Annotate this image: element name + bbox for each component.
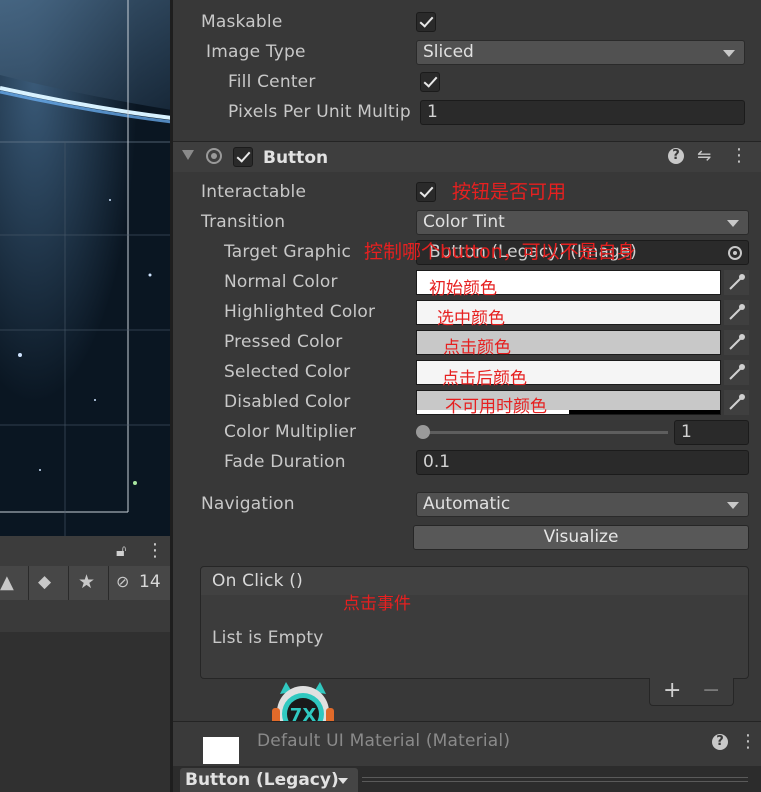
preset-icon[interactable]: ⇋ xyxy=(697,146,711,166)
color-multiplier-field[interactable]: 1 xyxy=(674,420,749,445)
image-type-label: Image Type xyxy=(206,42,306,62)
disabled-color-label: Disabled Color xyxy=(224,392,351,412)
kebab-menu-icon[interactable]: ⋮ xyxy=(730,145,748,166)
footer-line xyxy=(362,781,748,782)
eyedropper-icon[interactable] xyxy=(724,360,749,385)
foldout-arrow-icon[interactable] xyxy=(182,150,194,160)
fill-center-label: Fill Center xyxy=(228,72,316,92)
color-multiplier-slider-thumb[interactable] xyxy=(416,425,430,439)
scene-background xyxy=(0,0,172,536)
eyedropper-icon[interactable] xyxy=(724,300,749,325)
kebab-menu-icon[interactable]: ⋮ xyxy=(739,731,757,752)
chevron-down-icon xyxy=(723,50,735,57)
lock-icon[interactable]: 🔓︎ xyxy=(116,541,126,561)
empty-list-text: List is Empty xyxy=(212,628,324,648)
transition-value: Color Tint xyxy=(423,212,505,232)
maskable-label: Maskable xyxy=(201,12,283,32)
color-multiplier-label: Color Multiplier xyxy=(224,422,357,442)
component-enabled-checkbox[interactable] xyxy=(233,147,253,167)
target-graphic-label: Target Graphic xyxy=(224,242,352,262)
maskable-checkbox[interactable] xyxy=(416,12,436,32)
navigation-label: Navigation xyxy=(201,494,295,514)
tag-icon[interactable]: ◆ xyxy=(38,572,51,592)
image-type-dropdown[interactable]: Sliced xyxy=(416,40,745,65)
normal-color-annotation: 初始颜色 xyxy=(429,279,497,299)
chevron-down-icon xyxy=(727,502,739,509)
eyedropper-icon[interactable] xyxy=(724,390,749,415)
transition-dropdown[interactable]: Color Tint xyxy=(416,210,749,235)
chevron-down-icon xyxy=(727,220,739,227)
interactable-checkbox[interactable] xyxy=(416,182,436,202)
disabled-color-annotation: 不可用时颜色 xyxy=(445,397,547,417)
fill-center-checkbox[interactable] xyxy=(420,72,440,92)
pressed-color-annotation: 点击颜色 xyxy=(443,338,511,358)
pixels-per-unit-field[interactable]: 1 xyxy=(420,100,745,125)
scene-view[interactable] xyxy=(0,0,172,536)
onclick-title: On Click () xyxy=(212,571,303,591)
interactable-label: Interactable xyxy=(201,182,307,202)
component-icon xyxy=(206,148,222,164)
selected-color-label: Selected Color xyxy=(224,362,351,382)
help-icon[interactable]: ? xyxy=(668,148,684,164)
footer-dropdown-label: Button (Legacy) xyxy=(185,770,339,790)
footer-dropdown[interactable]: Button (Legacy) xyxy=(180,768,358,792)
hidden-eye-icon[interactable]: ⊘ xyxy=(116,572,129,591)
material-name: Default UI Material (Material) xyxy=(257,731,511,751)
left-panel-row xyxy=(0,600,170,632)
shapes-icon[interactable]: ▲ xyxy=(0,572,14,593)
panel-header: 🔓︎ ⋮ xyxy=(0,536,170,567)
onclick-annotation: 点击事件 xyxy=(343,594,411,614)
visualize-button[interactable]: Visualize xyxy=(413,525,749,550)
selected-color-annotation: 点击后颜色 xyxy=(442,369,527,389)
eyedropper-icon[interactable] xyxy=(724,330,749,355)
fade-duration-label: Fade Duration xyxy=(224,452,346,472)
onclick-header: On Click () xyxy=(200,566,749,596)
eyedropper-icon[interactable] xyxy=(724,270,749,295)
remove-button[interactable]: − xyxy=(702,678,720,703)
scene-toolbar: ▲ ◆ ★ ⊘ 14 xyxy=(0,566,170,601)
fade-duration-field[interactable]: 0.1 xyxy=(416,450,749,475)
star-icon[interactable]: ★ xyxy=(78,571,95,593)
add-button[interactable]: + xyxy=(663,678,681,703)
target-graphic-annotation: 控制哪个button，可以不是自身 xyxy=(364,241,636,263)
color-multiplier-slider-track[interactable] xyxy=(423,431,668,434)
kebab-menu-icon[interactable]: ⋮ xyxy=(146,540,164,561)
chevron-down-icon xyxy=(338,778,348,784)
hidden-count: 14 xyxy=(139,572,161,592)
navigation-dropdown[interactable]: Automatic xyxy=(416,492,749,517)
interactable-annotation: 按钮是否可用 xyxy=(452,181,567,203)
object-picker-icon[interactable] xyxy=(728,246,742,260)
footer-line xyxy=(362,777,748,778)
highlighted-color-label: Highlighted Color xyxy=(224,302,376,322)
list-footer: + − xyxy=(649,678,734,706)
onclick-list: List is Empty xyxy=(200,595,749,679)
pressed-color-label: Pressed Color xyxy=(224,332,343,352)
help-icon[interactable]: ? xyxy=(712,734,728,750)
material-preview xyxy=(203,737,239,764)
normal-color-label: Normal Color xyxy=(224,272,338,292)
pixels-per-unit-label: Pixels Per Unit Multip xyxy=(228,102,411,122)
image-type-value: Sliced xyxy=(423,42,474,62)
transition-label: Transition xyxy=(201,212,286,232)
component-title: Button xyxy=(263,148,329,168)
navigation-value: Automatic xyxy=(423,494,511,514)
highlighted-color-annotation: 选中颜色 xyxy=(437,309,505,329)
